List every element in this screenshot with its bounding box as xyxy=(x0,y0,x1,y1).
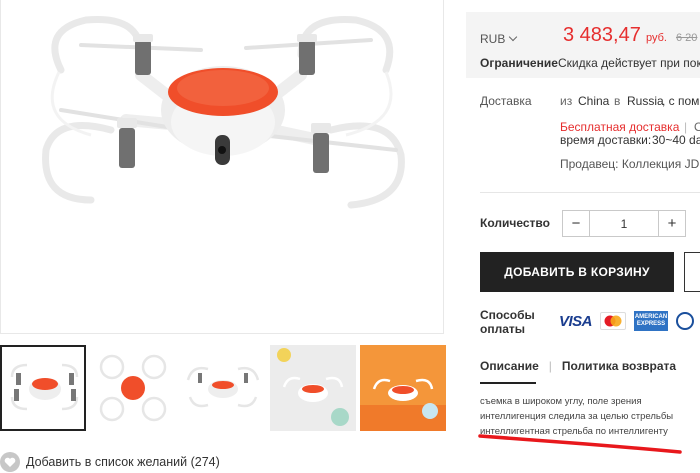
tab-return-policy[interactable]: Политика возврата xyxy=(562,359,676,373)
thumbnail-drone-image xyxy=(10,363,79,411)
heart-icon xyxy=(0,452,20,472)
thumbnail-5[interactable] xyxy=(360,345,446,431)
price-unit: руб. xyxy=(646,32,667,44)
info-tabs: Описание | Политика возврата xyxy=(480,359,676,373)
delivery-via: , с пом xyxy=(662,94,700,108)
thumbnail-4[interactable] xyxy=(270,345,356,431)
delivery-time-value: 30~40 day xyxy=(652,133,700,147)
payment-label: Способы оплаты xyxy=(480,308,535,336)
thumbnail-2[interactable] xyxy=(90,345,176,431)
quantity-increase-button[interactable]: + xyxy=(658,211,685,236)
quantity-input[interactable]: 1 xyxy=(590,211,658,236)
thumbnail-drone-image xyxy=(99,354,167,422)
currency-label: RUB xyxy=(480,32,506,46)
divider xyxy=(480,192,700,193)
chevron-down-icon xyxy=(509,32,518,42)
shipping-extra: О xyxy=(694,120,700,134)
thumbnail-drone-image xyxy=(186,366,260,408)
quantity-label: Количество xyxy=(480,216,550,230)
currency-selector[interactable]: RUB xyxy=(480,32,518,46)
tab-separator: | xyxy=(548,359,552,373)
old-price: 6 20 xyxy=(676,32,698,44)
payment-icons: VISA AMERICAN EXPRESS xyxy=(559,310,695,332)
amex-icon: AMERICAN EXPRESS xyxy=(634,311,669,331)
delivery-to-word: в xyxy=(614,94,621,108)
thumbnail-drone-image xyxy=(270,345,356,431)
delivery-from-country: China xyxy=(578,94,610,108)
thumbnail-drone-image xyxy=(360,345,446,431)
delivery-label: Доставка xyxy=(480,94,532,108)
quantity-stepper: − 1 + xyxy=(562,210,686,237)
product-info-panel: RUB 3 483,47 руб. 6 20 Ограничение Скидк… xyxy=(466,0,700,473)
quantity-decrease-button[interactable]: − xyxy=(563,211,590,236)
drone-image xyxy=(42,15,405,209)
price-value: 3 483,47 xyxy=(563,24,641,46)
payment-label-line1: Способы xyxy=(480,308,535,322)
free-shipping-sep: | xyxy=(684,120,688,134)
wishlist-label: Добавить в список желаний (274) xyxy=(26,455,220,469)
add-to-cart-button[interactable]: ДОБАВИТЬ В КОРЗИНУ xyxy=(480,252,674,292)
delivery-time-label: время доставки: xyxy=(560,133,652,147)
limit-text: Скидка действует при пок xyxy=(558,56,700,70)
free-shipping-label: Бесплатная доставка xyxy=(560,120,680,134)
visa-icon: VISA xyxy=(559,312,593,330)
limit-label: Ограничение xyxy=(480,56,558,70)
active-tab-indicator xyxy=(480,382,536,384)
thumbnail-strip xyxy=(0,345,446,431)
wishlist-link[interactable]: Добавить в список желаний (274) xyxy=(0,451,220,473)
tab-description[interactable]: Описание xyxy=(480,359,539,373)
delivery-to-country[interactable]: Russia xyxy=(627,94,664,108)
diners-icon xyxy=(676,312,695,330)
payment-label-line2: оплаты xyxy=(480,322,525,336)
thumbnail-1[interactable] xyxy=(0,345,86,431)
seller-label[interactable]: Продавец: Коллекция JD xyxy=(560,157,699,171)
red-underline-annotation xyxy=(478,434,682,454)
thumbnail-3[interactable] xyxy=(180,345,266,431)
delivery-from-word: из xyxy=(560,94,573,108)
main-product-image[interactable] xyxy=(0,0,444,334)
price-box: RUB 3 483,47 руб. 6 20 Ограничение Скидк… xyxy=(466,12,700,78)
buy-now-button[interactable] xyxy=(684,252,700,292)
mastercard-icon xyxy=(600,312,627,330)
